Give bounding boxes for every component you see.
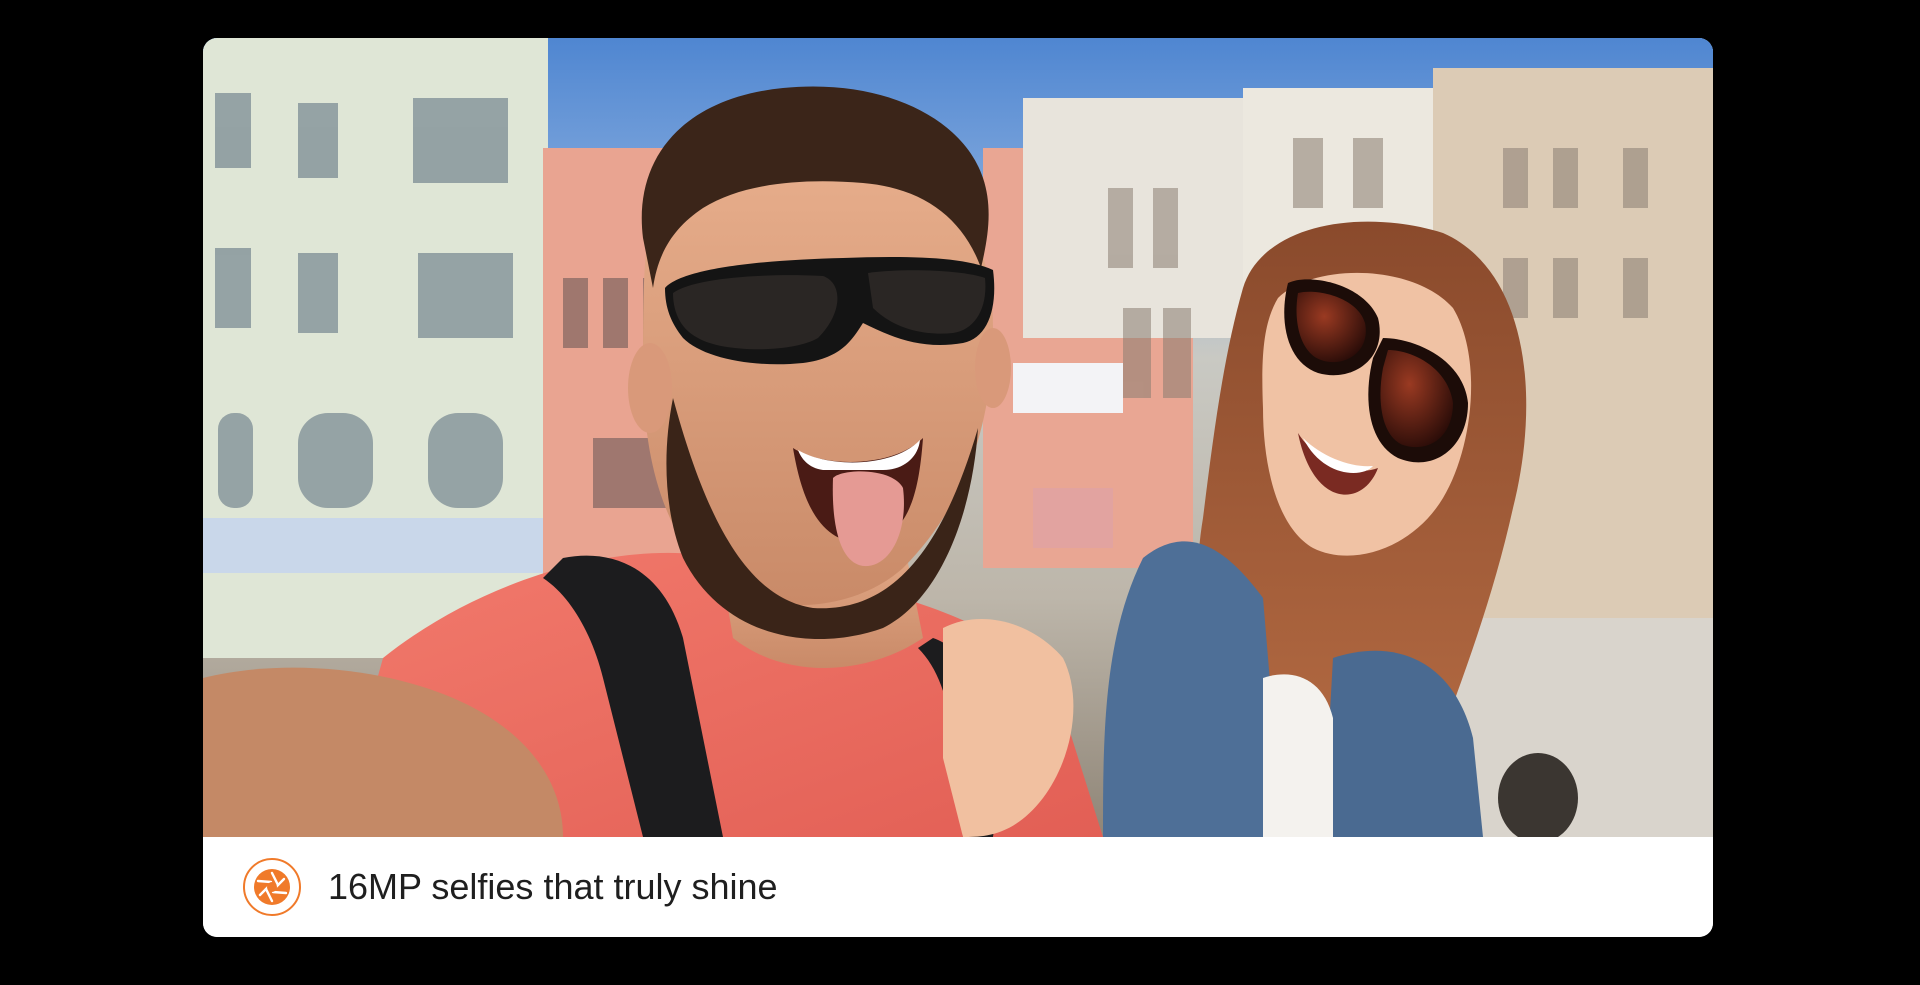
selfie-photo xyxy=(203,38,1713,837)
selfie-illustration xyxy=(203,38,1713,837)
camera-aperture-icon xyxy=(242,857,302,917)
caption-bar: 16MP selfies that truly shine xyxy=(203,837,1713,937)
feature-card: 16MP selfies that truly shine xyxy=(203,38,1713,937)
caption-text: 16MP selfies that truly shine xyxy=(328,866,778,907)
promo-stage: 16MP selfies that truly shine xyxy=(0,0,1920,985)
